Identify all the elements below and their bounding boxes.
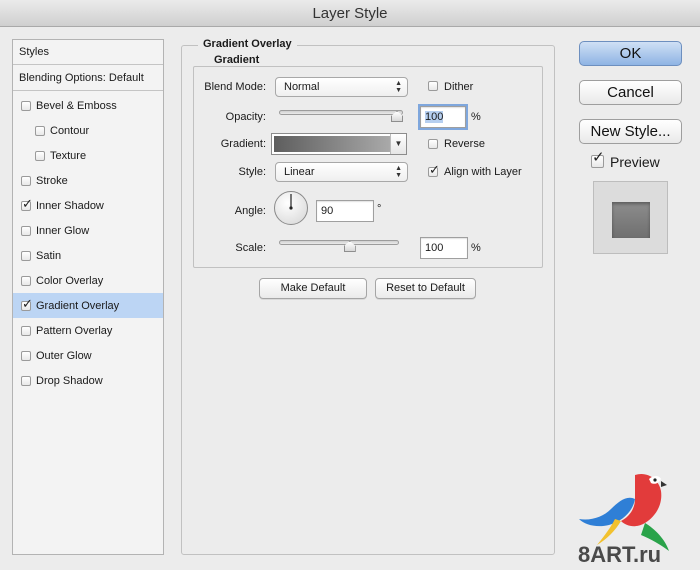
check-icon: ✓: [429, 162, 440, 177]
style-select[interactable]: Linear ▲ ▼: [275, 162, 408, 182]
sidebar-item-checkbox[interactable]: ✓: [21, 350, 31, 361]
opacity-value: 100: [425, 111, 444, 123]
layer-style-dialog: Layer Style Styles Blending Options: Def…: [0, 0, 700, 570]
sidebar-item-contour[interactable]: ✓ Contour: [13, 118, 163, 143]
sidebar-item-blending-options[interactable]: Blending Options: Default: [13, 66, 163, 91]
sidebar-item-texture[interactable]: ✓ Texture: [13, 143, 163, 168]
gradient-picker[interactable]: ▼: [271, 133, 407, 155]
sidebar-item-bevel-emboss[interactable]: ✓ Bevel & Emboss: [13, 93, 163, 118]
sidebar-item-checkbox[interactable]: ✓: [21, 250, 31, 261]
sidebar-item-checkbox[interactable]: ✓: [21, 297, 33, 311]
sidebar-item-label: Blending Options: Default: [19, 72, 144, 84]
sidebar-item-checkbox[interactable]: ✓: [21, 275, 31, 286]
window-titlebar: Layer Style: [0, 0, 700, 27]
blend-mode-value: Normal: [284, 81, 320, 93]
watermark-text: 8ART.ru: [578, 542, 662, 567]
check-icon: ✓: [22, 295, 33, 311]
sidebar-item-label: Color Overlay: [36, 274, 104, 287]
sidebar-item-stroke[interactable]: ✓ Stroke: [13, 168, 163, 193]
sidebar-item-color-overlay[interactable]: ✓ Color Overlay: [13, 268, 163, 293]
dither-label: Dither: [444, 81, 474, 93]
align-with-layer-label: Align with Layer: [444, 166, 522, 178]
sidebar-item-label: Inner Shadow: [36, 199, 104, 212]
style-label: Style:: [238, 166, 266, 178]
subgroup-title: Gradient: [210, 54, 264, 66]
angle-value: 90: [321, 205, 334, 217]
sidebar-item-label: Outer Glow: [36, 349, 92, 362]
sidebar-item-label: Bevel & Emboss: [36, 99, 117, 112]
check-icon: ✓: [592, 149, 605, 166]
opacity-label: Opacity:: [225, 111, 266, 123]
sidebar-item-label: Drop Shadow: [36, 374, 103, 387]
check-icon: ✓: [22, 195, 33, 211]
sidebar-item-drop-shadow[interactable]: ✓ Drop Shadow: [13, 368, 163, 393]
window-title: Layer Style: [312, 5, 388, 22]
preview-checkbox[interactable]: ✓: [591, 150, 605, 168]
sidebar-item-label: Texture: [50, 149, 87, 162]
sidebar-item-checkbox[interactable]: ✓: [21, 325, 31, 336]
scale-label: Scale:: [235, 242, 266, 254]
group-title: Gradient Overlay: [198, 38, 297, 50]
sidebar-item-pattern-overlay[interactable]: ✓ Pattern Overlay: [13, 318, 163, 343]
gradient-swatch[interactable]: [274, 136, 390, 152]
sidebar-item-inner-shadow[interactable]: ✓ Inner Shadow: [13, 193, 163, 218]
sidebar-item-checkbox[interactable]: ✓: [21, 375, 31, 386]
opacity-input[interactable]: 100: [418, 104, 468, 130]
chevron-updown-icon: ▲ ▼: [395, 165, 402, 179]
scale-value: 100: [425, 242, 444, 254]
preview-thumbnail: [593, 181, 668, 254]
styles-header[interactable]: Styles: [13, 40, 163, 65]
sidebar-item-outer-glow[interactable]: ✓ Outer Glow: [13, 343, 163, 368]
dither-checkbox[interactable]: ✓: [428, 81, 438, 91]
chevron-updown-icon: ▲ ▼: [395, 80, 402, 94]
sidebar-item-label: Pattern Overlay: [36, 324, 113, 337]
sidebar-item-label: Satin: [36, 249, 62, 262]
reverse-label: Reverse: [444, 138, 485, 150]
blend-mode-label: Blend Mode:: [204, 81, 266, 93]
sidebar-item-label: Inner Glow: [36, 224, 90, 237]
align-with-layer-checkbox[interactable]: ✓: [428, 163, 440, 177]
angle-input[interactable]: 90: [316, 200, 374, 222]
angle-label: Angle:: [234, 205, 266, 217]
sidebar-item-label: Gradient Overlay: [36, 299, 120, 312]
sidebar-item-gradient-overlay[interactable]: ✓ Gradient Overlay: [13, 293, 163, 318]
opacity-unit: %: [471, 111, 481, 123]
sidebar-item-satin[interactable]: ✓ Satin: [13, 243, 163, 268]
style-value: Linear: [284, 166, 315, 178]
sidebar-item-checkbox[interactable]: ✓: [21, 197, 33, 211]
scale-input[interactable]: 100: [420, 237, 468, 259]
sidebar-item-checkbox[interactable]: ✓: [21, 175, 31, 186]
styles-header-label: Styles: [19, 46, 49, 58]
angle-unit: °: [377, 203, 382, 215]
gradient-label: Gradient:: [220, 138, 266, 150]
preview-swatch: [612, 202, 650, 238]
styles-list: Styles Blending Options: Default ✓ Bevel …: [12, 39, 164, 555]
reverse-checkbox[interactable]: ✓: [428, 139, 438, 149]
sidebar-item-label: Contour: [50, 124, 90, 137]
opacity-slider[interactable]: [279, 110, 403, 115]
blend-mode-select[interactable]: Normal ▲ ▼: [275, 77, 408, 97]
cancel-button[interactable]: Cancel: [579, 80, 682, 105]
sidebar-item-checkbox[interactable]: ✓: [21, 100, 31, 111]
ok-button[interactable]: OK: [579, 41, 682, 66]
sidebar-item-inner-glow[interactable]: ✓ Inner Glow: [13, 218, 163, 243]
reset-to-default-button[interactable]: Reset to Default: [375, 278, 476, 299]
angle-dial-icon[interactable]: [273, 190, 309, 226]
sidebar-item-checkbox[interactable]: ✓: [35, 150, 45, 161]
sidebar-item-checkbox[interactable]: ✓: [35, 125, 45, 136]
sidebar-item-checkbox[interactable]: ✓: [21, 225, 31, 236]
scale-slider[interactable]: [279, 240, 399, 245]
new-style-button[interactable]: New Style...: [579, 119, 682, 144]
scale-unit: %: [471, 242, 481, 254]
triangle-down-icon[interactable]: ▼: [390, 134, 406, 154]
sidebar-item-label: Stroke: [36, 174, 68, 187]
preview-label: Preview: [610, 154, 660, 170]
make-default-button[interactable]: Make Default: [259, 278, 367, 299]
